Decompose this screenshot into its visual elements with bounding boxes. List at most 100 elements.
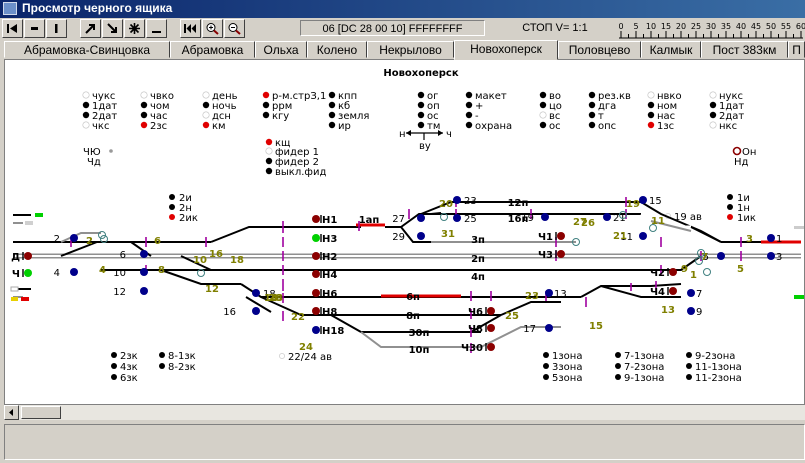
tab-5[interactable]: Некрылово [367,41,454,58]
route-signal [639,196,647,204]
approach-lamp [10,286,19,292]
tab-10[interactable]: П [788,41,805,58]
approach-yellow-lamp [11,297,18,301]
indicator-lamp [588,91,596,99]
chd-label: Чд [87,157,101,168]
tab-9[interactable]: Пост 383км [701,41,788,58]
route-signal [545,324,553,332]
ruler-label: 55 [781,22,791,31]
indicator-lamp [202,101,210,109]
rewind-button[interactable] [180,19,201,38]
arrow-down-right-button[interactable] [102,19,123,38]
signal-head [487,307,495,315]
arrow-left-icon [406,130,411,136]
indicator-lamp [727,214,733,220]
route-signal [417,232,425,240]
zoom-out-button[interactable] [224,19,245,38]
route-signal-label: 12 [113,287,126,298]
tab-8[interactable]: Калмык [641,41,701,58]
switch-label: 20 [439,199,453,210]
switch-label: 16 [209,249,223,260]
route-signal-label: 7 [696,289,702,300]
tab-6[interactable]: Новохоперск [454,40,558,60]
signal-label: Ч3 [538,250,553,261]
route-signal-label: 29 [392,232,405,243]
station-tabs: Абрамовка-Свинцовка Абрамовка Ольха Колено Н… [0,40,805,60]
indicator-label: 9-2зона [695,351,735,362]
switch-label: 15 [589,321,603,332]
switch-label: 25 [505,311,519,322]
signal-head [669,268,677,276]
signal-label: Н6 [322,289,337,300]
tab-1[interactable]: Абрамовка-Свинцовка [4,41,170,58]
indicator-label: 1ик [737,213,756,224]
indicator-lamp [615,363,621,369]
zoom-in-button[interactable] [202,19,223,38]
route-signal-label: 3 [776,252,782,263]
time-ruler[interactable]: 0 5 10 15 20 25 30 35 40 45 50 55 60 [615,19,805,39]
minimize-button[interactable] [146,19,167,38]
signal-head [24,252,32,260]
signal-label: Ч8 [468,324,483,335]
ruler-label: 5 [633,22,638,31]
signal-head [312,234,320,242]
tab-7[interactable]: Половцево [558,41,641,58]
track-label: 3п [471,235,485,246]
horizontal-scrollbar[interactable] [4,405,805,420]
indicator-label: 11-2зона [695,373,742,384]
indicator-lamp [543,363,549,369]
route-signal-label: 19 [521,213,534,224]
pause-button[interactable] [46,19,67,38]
play-button[interactable] [24,19,45,38]
signal-label: Ч30 [461,343,483,354]
arrow-up-right-button[interactable] [80,19,101,38]
toolbar: 06 [DC 28 00 10] FFFFFFFF СТОП V= 1:1 0 5… [0,18,805,41]
indicator-label: опс [598,121,616,132]
signal-label: Н18 [322,326,344,337]
indicator-lamp [417,101,425,109]
indicator-lamp [539,91,547,99]
scroll-thumb[interactable] [21,406,61,419]
tab-4[interactable]: Колено [307,41,367,58]
switch-label: 2 [86,236,93,247]
skip-start-button[interactable] [2,19,23,38]
indicator-label: 4зк [120,362,138,373]
direction-label-n: н [399,129,406,140]
tab-2[interactable]: Абрамовка [170,41,255,58]
indicator-label: 1зс [657,121,674,132]
indicator-lamp [615,352,621,358]
route-signal [252,307,260,315]
indicator-lamp [588,111,596,119]
switch-point [98,231,106,239]
indicator-label: 8-2зк [168,362,196,373]
indicator-label: 1зона [552,351,582,362]
signal-label: Н3 [322,234,337,245]
indicator-lamp [539,121,547,129]
rewind-icon [184,24,196,33]
indicator-label: 22/24 ав [288,352,332,363]
indicator-lamp [588,101,596,109]
indicator-lamp [140,121,148,129]
indicator-lamp [686,363,692,369]
route-signal-label: 27 [392,214,405,225]
indicator-lamp [111,363,117,369]
route-signal [140,287,148,295]
indicator-lamp [709,101,717,109]
switch-label: 1 [690,270,697,281]
direction-label-vu: ву [419,141,431,152]
status-bar [4,424,805,460]
signal-head [557,250,565,258]
switch-label: 24 [299,342,313,353]
asterisk-button[interactable] [124,19,145,38]
switch-label: 12 [205,284,219,295]
tab-3[interactable]: Ольха [255,41,307,58]
route-signal [767,252,775,260]
signal-head [312,215,320,223]
scroll-left-button[interactable] [4,405,19,420]
indicator-lamp [709,121,717,129]
indicator-lamp [686,374,692,380]
signal-head [312,326,320,334]
indicator-label: 3зона [552,362,582,373]
indicator-label: 9-1зона [624,373,664,384]
indicator-lamp [202,91,210,99]
